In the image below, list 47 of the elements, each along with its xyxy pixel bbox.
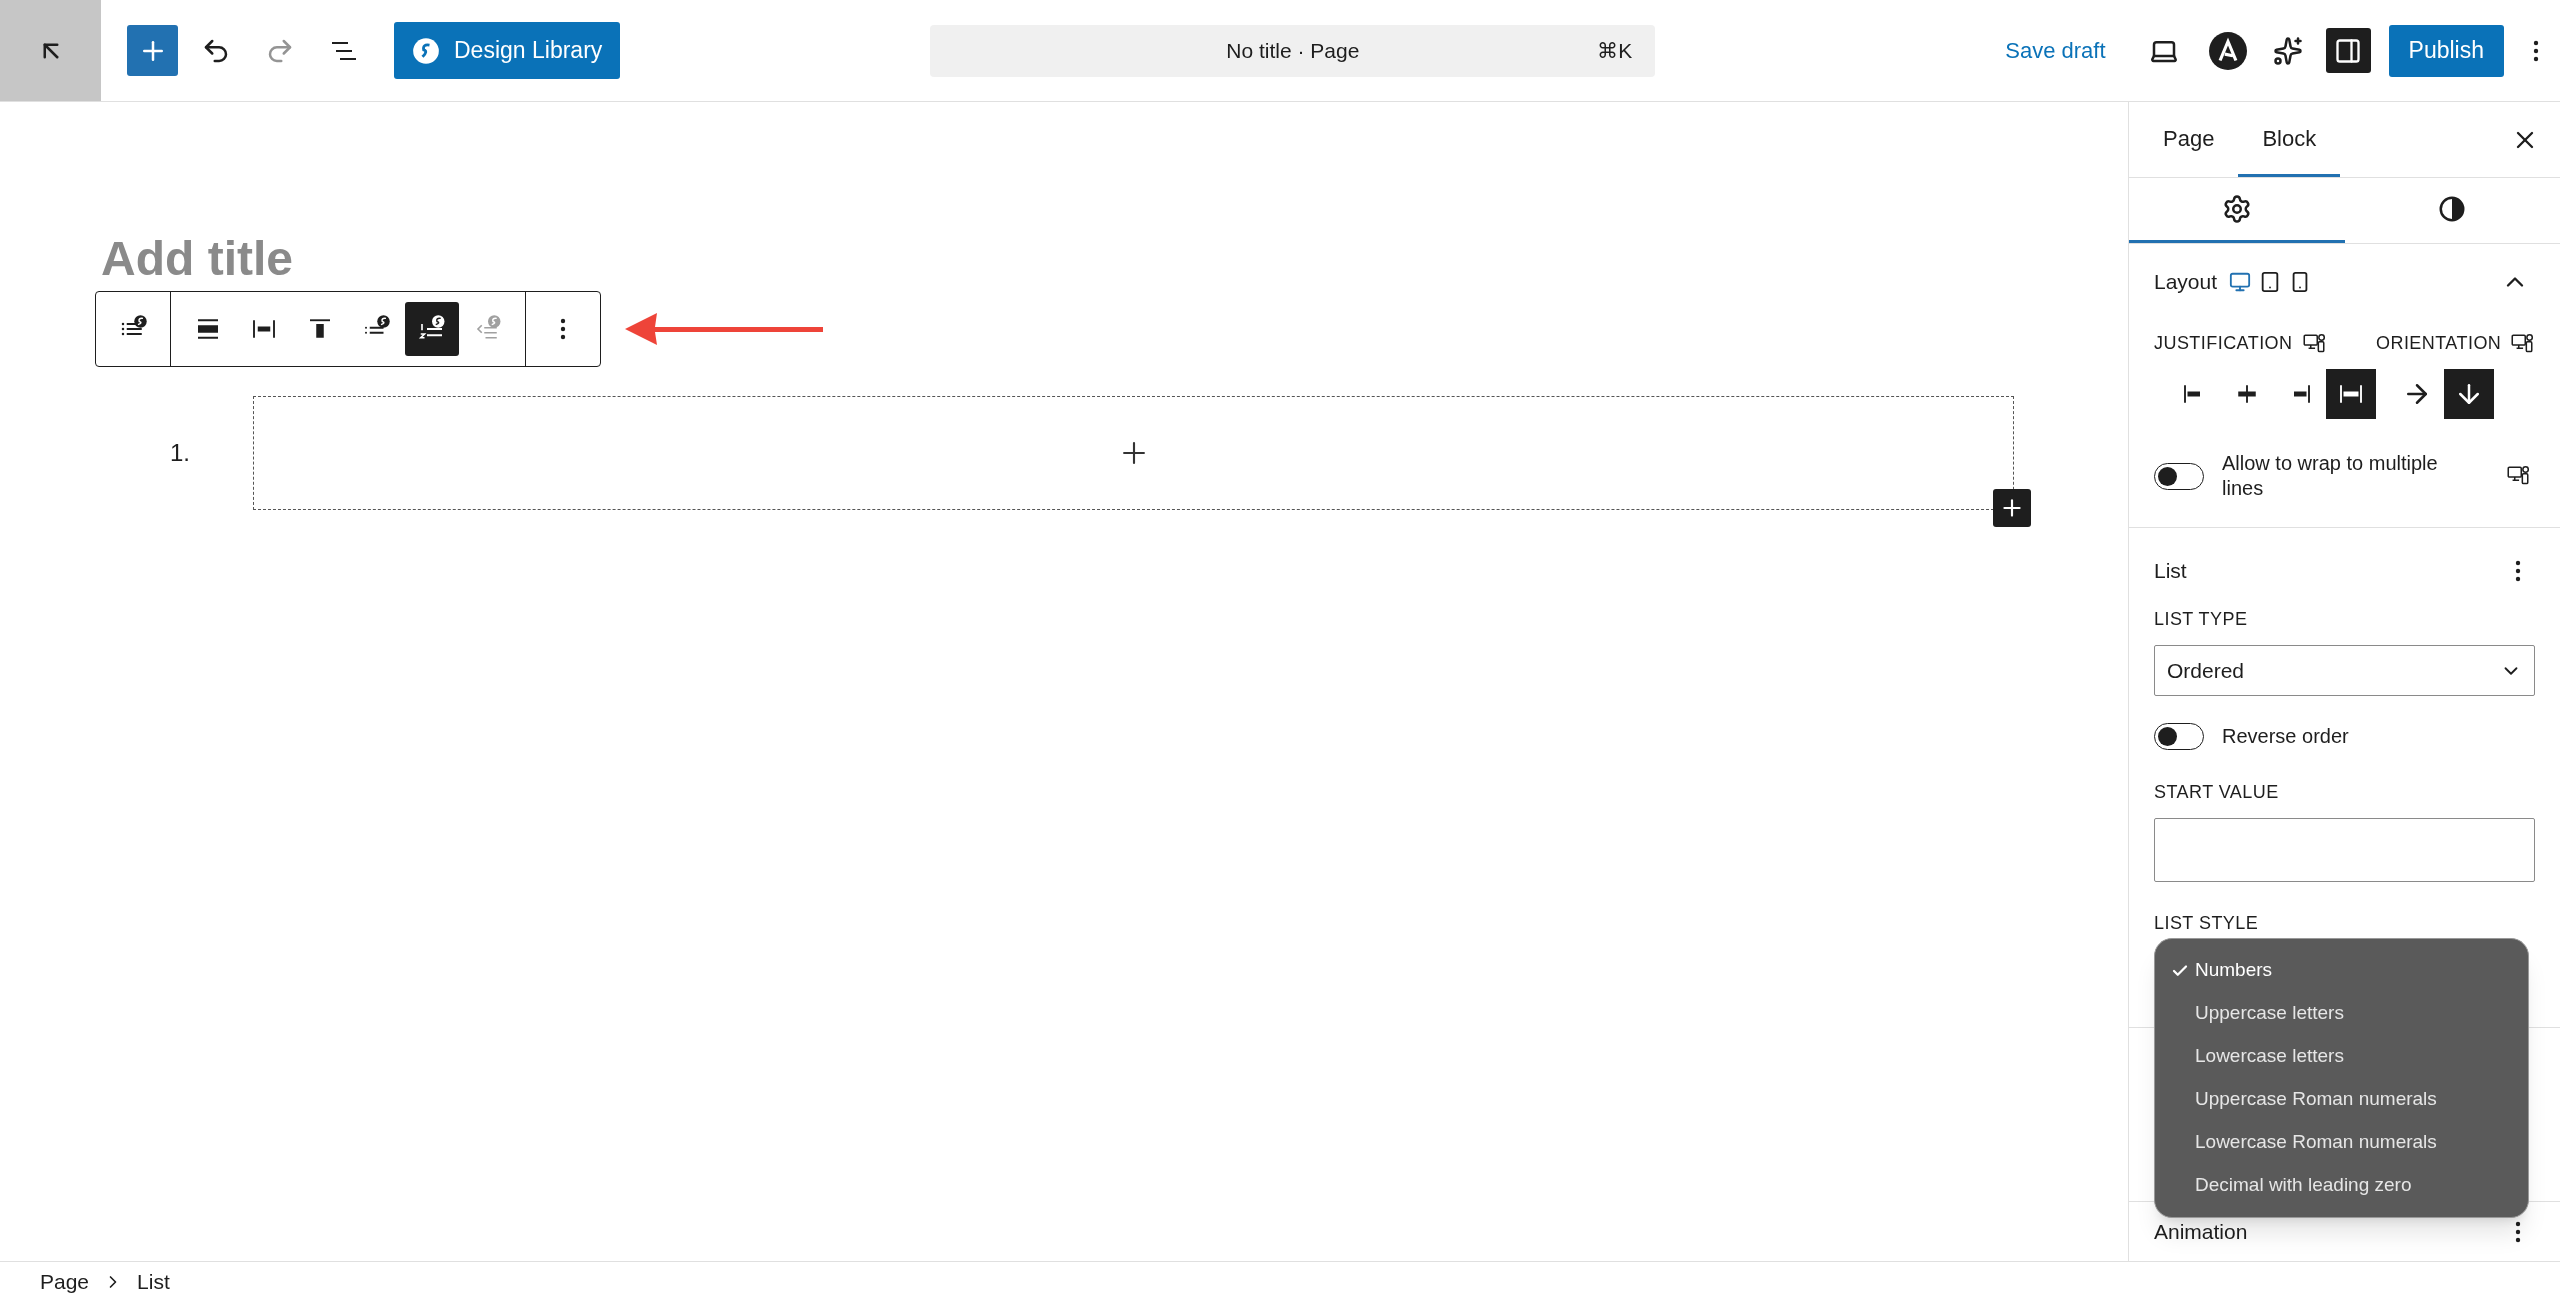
more-icon: [2533, 39, 2539, 62]
menu-item[interactable]: Numbers: [2155, 949, 2528, 992]
toolbar-button[interactable]: [405, 302, 459, 356]
logo-icon: [412, 36, 440, 65]
section-title: Animation: [2154, 1218, 2248, 1245]
save-draft-link[interactable]: Save draft: [2005, 34, 2106, 67]
toggle-label: Reverse order: [2222, 724, 2349, 749]
option-button[interactable]: [2326, 369, 2376, 419]
settings-icon: [2221, 194, 2252, 224]
more-icon: [2515, 560, 2521, 582]
field-label: LIST TYPE: [2154, 608, 2249, 631]
more-icon: [2515, 1220, 2521, 1243]
toggle-switch[interactable]: [2154, 722, 2204, 750]
sidebar-icon: [2334, 36, 2363, 65]
field-label: ORIENTATION: [2376, 332, 2502, 355]
command-bar[interactable]: No title · Page ⌘K: [930, 24, 1656, 77]
menu-item[interactable]: Uppercase letters: [2155, 992, 2528, 1035]
field-label: LIST STYLE: [2154, 912, 2260, 935]
field-label: START VALUE: [2154, 781, 2280, 804]
publish-button[interactable]: Publish: [2388, 24, 2504, 77]
sidebar-tab[interactable]: Page: [2139, 102, 2239, 177]
toggle-switch[interactable]: [2154, 462, 2204, 490]
start-value-field[interactable]: [2154, 818, 2535, 882]
toggle-label: Allow to wrap to multiple lines: [2222, 451, 2439, 501]
sparkles-icon: [2272, 35, 2303, 66]
list-marker: 1.: [169, 438, 191, 468]
menu-item[interactable]: Uppercase Roman numerals: [2155, 1078, 2528, 1121]
options-button[interactable]: [2515, 1220, 2521, 1243]
option-button[interactable]: [2444, 369, 2494, 419]
sidebar-tab[interactable]: Block: [2238, 102, 2341, 177]
breadcrumb-link[interactable]: List: [137, 1266, 170, 1298]
design-library-button[interactable]: Design Library: [394, 22, 621, 79]
more-icon: [560, 318, 566, 340]
menu-item[interactable]: Lowercase Roman numerals: [2155, 1121, 2528, 1164]
menu-item[interactable]: Lowercase letters: [2155, 1035, 2528, 1078]
desktop-icon: [2229, 271, 2252, 293]
add-block-button[interactable]: [1993, 489, 2031, 527]
field-label: JUSTIFICATION: [2154, 332, 2293, 355]
breadcrumb-link[interactable]: Page: [40, 1266, 90, 1298]
sidebar-toggle[interactable]: [2325, 28, 2371, 73]
list-type-select[interactable]: Ordered: [2154, 645, 2535, 696]
options-button[interactable]: [2515, 560, 2521, 582]
section-title: Layout: [2154, 269, 2218, 296]
section-title: List: [2154, 558, 2187, 585]
title-field[interactable]: Add title: [101, 235, 2128, 283]
logo-icon: [2208, 31, 2247, 70]
menu-item[interactable]: Decimal with leading zero: [2155, 1164, 2528, 1207]
